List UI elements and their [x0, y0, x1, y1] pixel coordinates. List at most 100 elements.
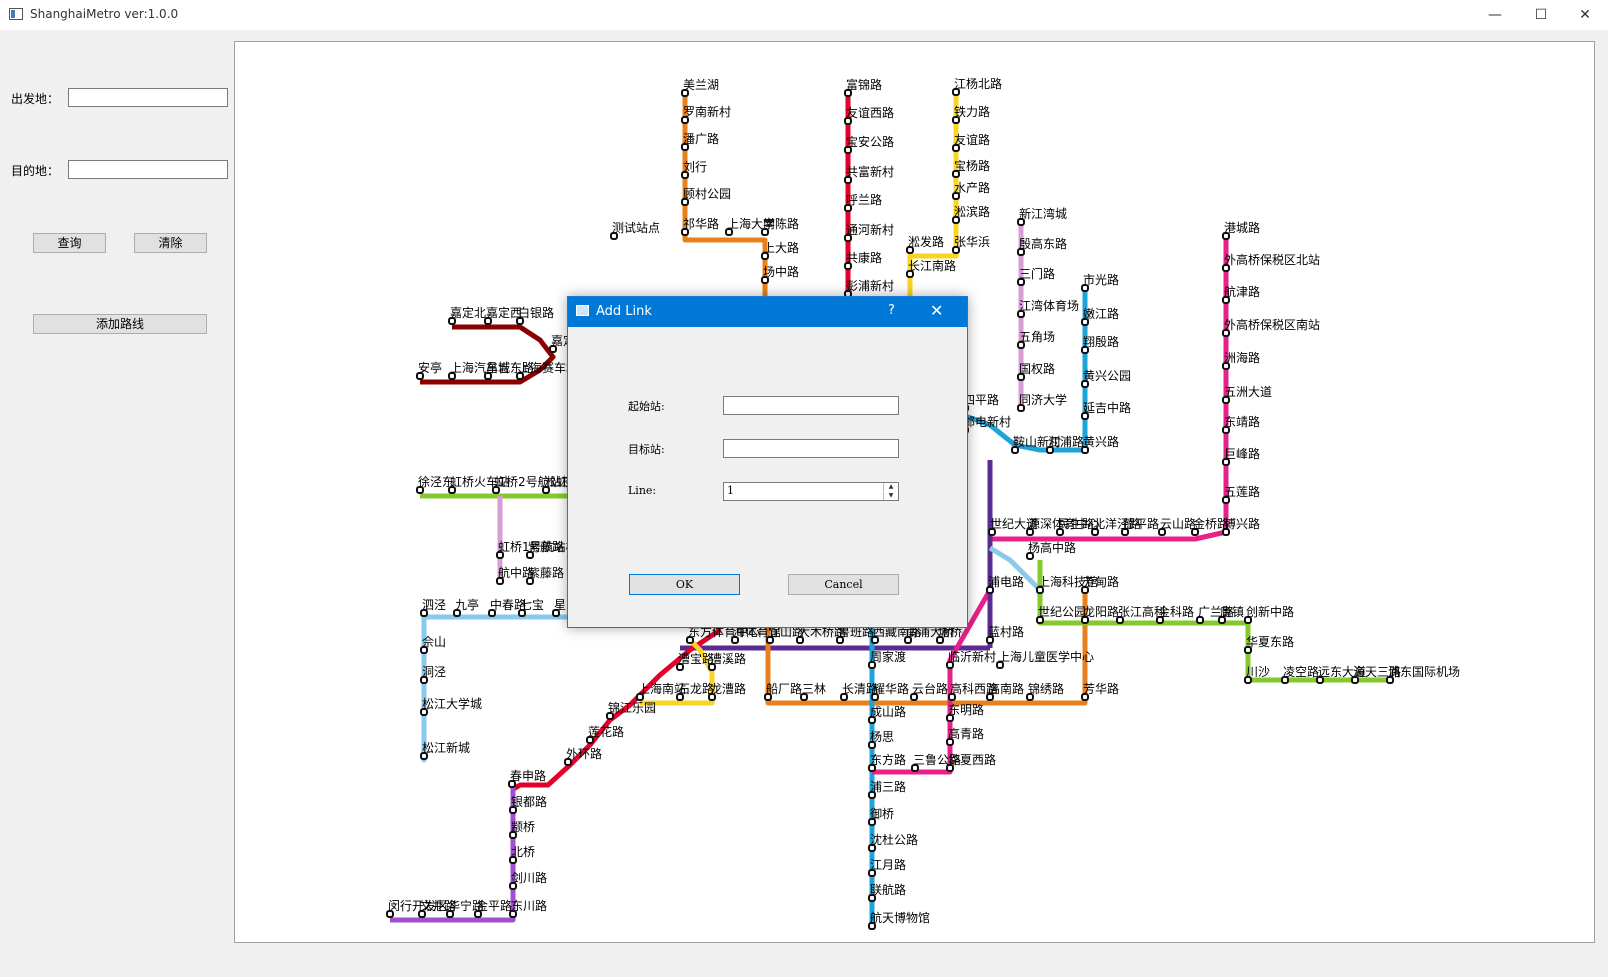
line-label: Line: — [628, 484, 657, 497]
station-label: 御桥 — [870, 806, 894, 821]
station-label: 航津路 — [1224, 284, 1260, 299]
start-station-input[interactable] — [68, 88, 228, 107]
station-label: 上海儿童医学中心 — [998, 649, 1094, 664]
station-label: 白银路 — [518, 305, 554, 320]
maximize-button[interactable]: ☐ — [1518, 0, 1564, 30]
station-label: 九亭 — [455, 597, 479, 612]
station-label: 宝杨路 — [954, 158, 990, 173]
line-value: 1 — [727, 484, 734, 497]
window-title: ShanghaiMetro ver:1.0.0 — [30, 7, 179, 21]
app-icon — [9, 8, 23, 20]
station-label: 呼兰路 — [846, 192, 882, 207]
spin-down-icon[interactable]: ▼ — [883, 492, 898, 500]
station-label: 共富新村 — [846, 164, 894, 179]
station-label: 颛桥 — [511, 820, 535, 834]
station-label: 共康路 — [846, 250, 882, 265]
station-label: 锦江乐园 — [608, 701, 656, 715]
station-label: 邮电新村 — [963, 414, 1011, 429]
station-label: 银都路 — [511, 794, 547, 809]
station-label: 金桥路 — [1193, 516, 1229, 531]
station-label: 江月路 — [870, 857, 906, 872]
station-label: 三鲁公路 — [913, 752, 961, 767]
station-label: 成山路 — [870, 704, 906, 719]
station-label: 松江新城 — [422, 740, 470, 755]
station-label: 浦三路 — [870, 779, 906, 794]
station-label: 华夏东路 — [1246, 634, 1294, 649]
station-label: 耀华路 — [873, 681, 909, 696]
station-label: 漕宝路 — [678, 651, 714, 666]
query-button[interactable]: 查询 — [33, 233, 106, 253]
station-label: 金平路 — [476, 898, 512, 913]
station-label: 张华浜 — [954, 235, 990, 249]
start-station-field[interactable] — [723, 396, 899, 415]
station-label: 芳华路 — [1083, 681, 1119, 696]
station-label: 莲花路 — [588, 724, 624, 739]
station-label: 泗泾 — [422, 598, 446, 612]
station-label: 唐镇 — [1220, 604, 1244, 619]
station-label: 三林 — [802, 682, 826, 696]
station-label: 四平路 — [963, 392, 999, 407]
start-label: 出发地： — [11, 92, 60, 106]
station-label: 东方路 — [870, 752, 906, 767]
station-label: 龙漕路 — [710, 681, 746, 696]
station-label: 美兰湖 — [683, 77, 719, 92]
station-label: 淞滨路 — [954, 204, 990, 219]
station-label: 富锦路 — [846, 77, 882, 92]
destination-input[interactable] — [68, 160, 228, 179]
station-label: 东川路 — [511, 898, 547, 913]
station-label: 创新中路 — [1246, 604, 1294, 619]
station-label: 黄兴路 — [1083, 434, 1119, 449]
station-label: 世纪公园 — [1038, 605, 1086, 619]
station-label: 锦绣路 — [1028, 681, 1064, 696]
station-label: 五莲路 — [1224, 484, 1260, 499]
station-label: 水产路 — [954, 180, 990, 195]
station-label: 延吉中路 — [1083, 400, 1131, 415]
station-label: 云山路 — [1160, 516, 1196, 531]
station-label: 宝安公路 — [846, 134, 894, 149]
station-label: 潘广路 — [683, 131, 719, 146]
station-label: 五洲大道 — [1224, 385, 1272, 399]
station-label: 长江南路 — [908, 258, 956, 273]
station-label: 源深体育中心 — [1028, 516, 1100, 531]
station-label: 场中路 — [763, 264, 799, 279]
spin-up-icon[interactable]: ▲ — [883, 483, 898, 491]
station-label: 翔殷路 — [1083, 334, 1119, 349]
add-route-button[interactable]: 添加路线 — [33, 314, 207, 334]
station-label: 江杨北路 — [954, 76, 1002, 91]
station-label: 刘行 — [683, 160, 707, 174]
dialog-close-icon[interactable]: ✕ — [930, 301, 943, 320]
target-station-field[interactable] — [723, 439, 899, 458]
station-label: 联航路 — [870, 882, 906, 897]
line-spinbox[interactable]: 1 ▲ ▼ — [723, 482, 899, 501]
station-label: 高青路 — [948, 726, 984, 741]
station-label: 松江大学城 — [422, 696, 482, 711]
dialog-title-bar: Add Link ? ✕ — [568, 297, 967, 327]
station-label: 芳甸路 — [1083, 574, 1119, 589]
close-button[interactable]: ✕ — [1562, 0, 1608, 30]
station-label: 安亭 — [418, 360, 442, 375]
clear-button[interactable]: 清除 — [134, 233, 207, 253]
station-label: 黄兴公园 — [1083, 369, 1131, 383]
station-label: 北桥 — [511, 845, 535, 859]
station-label: 春申路 — [510, 768, 546, 783]
station-label: 彭浦新村 — [846, 278, 894, 293]
cancel-button[interactable]: Cancel — [788, 574, 899, 595]
start-station-label: 起始站: — [628, 400, 665, 413]
station-label: 殷高东路 — [1019, 236, 1067, 251]
station-label: 石龙路 — [678, 681, 714, 696]
station-label: 洞泾 — [422, 665, 446, 679]
station-label: 巨峰路 — [1224, 446, 1260, 461]
title-bar: ShanghaiMetro ver:1.0.0 — ☐ ✕ — [0, 0, 1608, 30]
station-label: 龙阳路 — [1083, 604, 1119, 619]
station-label: 港城路 — [1224, 220, 1260, 235]
help-icon[interactable]: ? — [888, 303, 895, 318]
station-label: 测试站点 — [612, 220, 660, 235]
station-label: 徐泾东 — [418, 474, 454, 489]
station-label: 浦东国际机场 — [1388, 665, 1460, 679]
station-label: 博兴路 — [1224, 516, 1260, 531]
dialog-app-icon — [576, 305, 589, 316]
minimize-button[interactable]: — — [1472, 0, 1518, 30]
ok-button[interactable]: OK — [629, 574, 740, 595]
station-label: 沈杜公路 — [870, 832, 918, 847]
station-label: 航天博物馆 — [870, 910, 930, 925]
